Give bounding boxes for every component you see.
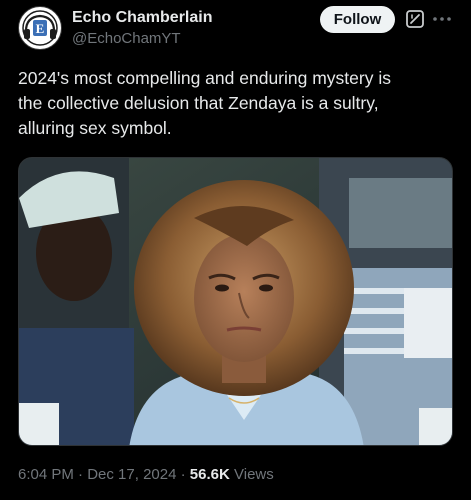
meta-separator: ·: [180, 466, 186, 483]
avatar[interactable]: E: [18, 6, 62, 50]
follow-button[interactable]: Follow: [320, 6, 395, 33]
tweet-time[interactable]: 6:04 PM: [18, 466, 74, 483]
grok-icon[interactable]: [405, 9, 425, 29]
views-count[interactable]: 56.6K: [190, 466, 230, 483]
meta-separator: ·: [78, 466, 84, 483]
display-name[interactable]: Echo Chamberlain: [72, 9, 212, 27]
tweet-date[interactable]: Dec 17, 2024: [87, 466, 176, 483]
avatar-letter: E: [36, 21, 45, 36]
more-icon[interactable]: [431, 9, 453, 29]
photo-illustration: [19, 158, 452, 445]
user-handle[interactable]: @EchoChamYT: [72, 30, 181, 47]
tweet: E Echo Chamberlain @EchoChamYT Follow 20…: [0, 0, 471, 500]
avatar-logo-icon: E: [20, 8, 60, 48]
views-label: Views: [234, 466, 274, 483]
tweet-text: 2024's most compelling and enduring myst…: [18, 68, 391, 138]
tweet-meta: 6:04 PM · Dec 17, 2024 · 56.6K Views: [18, 466, 274, 483]
tweet-media-image[interactable]: [18, 157, 453, 446]
